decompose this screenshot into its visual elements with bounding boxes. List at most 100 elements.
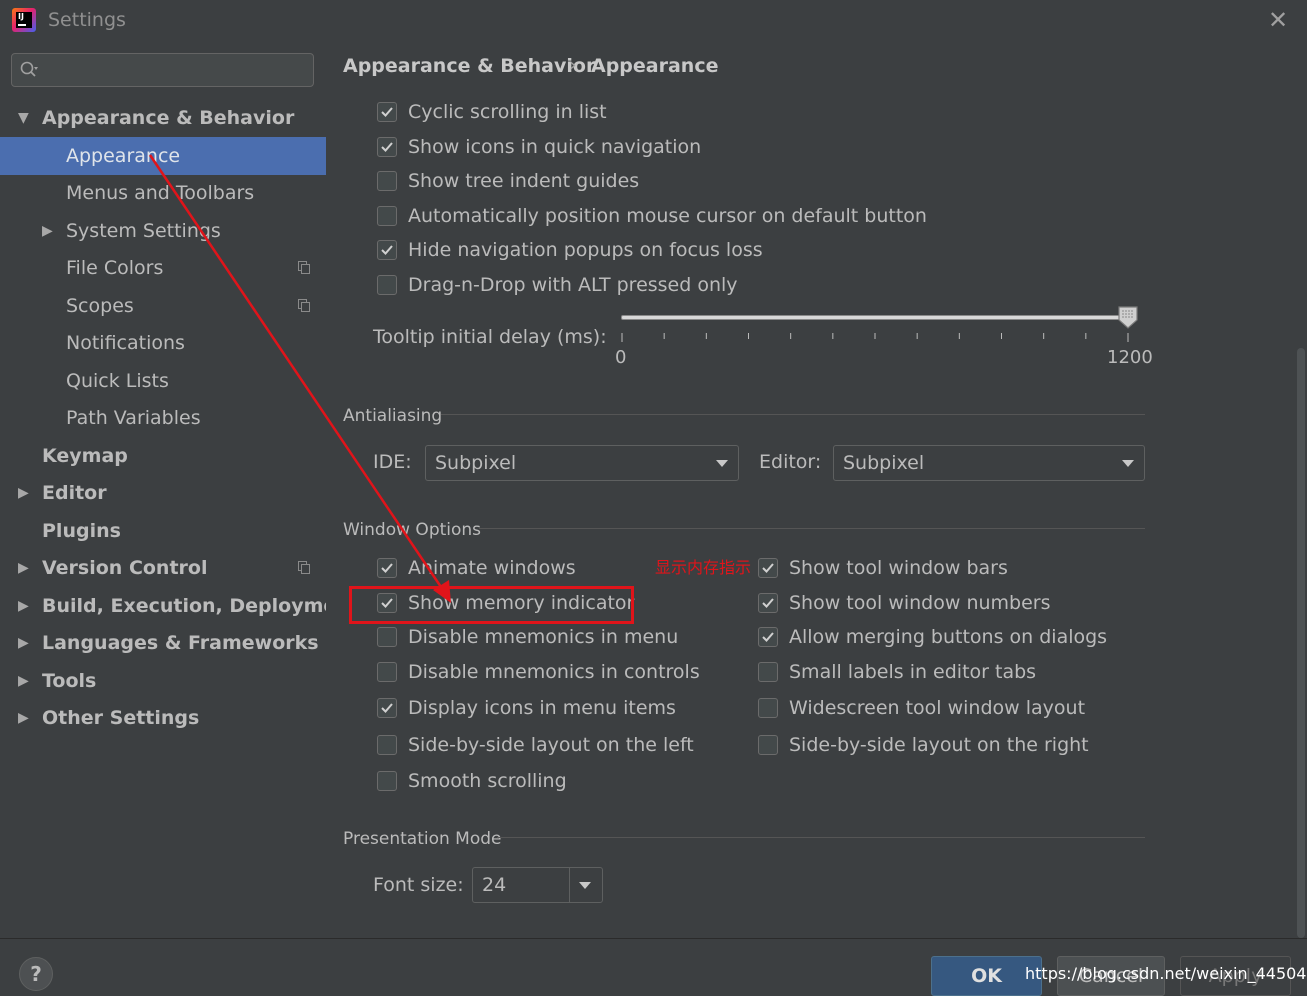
sidebar-item-label: Notifications xyxy=(66,332,185,354)
antialiasing-title: Antialiasing xyxy=(343,406,443,426)
checkbox-label: Disable mnemonics in menu xyxy=(408,626,679,648)
sidebar-item-plugins[interactable]: Plugins xyxy=(0,512,326,550)
sidebar-item-appearance-behavior[interactable]: ▼ Appearance & Behavior xyxy=(0,99,326,137)
font-size-value[interactable]: 24 xyxy=(482,868,506,902)
sidebar-item-label: Plugins xyxy=(42,519,121,542)
window-options-divider xyxy=(479,528,1145,529)
sidebar-item-label: Tools xyxy=(42,669,97,692)
expanded-arrow-icon[interactable]: ▼ xyxy=(18,99,29,137)
collapsed-arrow-icon[interactable]: ▶ xyxy=(42,212,53,250)
chevron-down-icon xyxy=(1122,460,1134,467)
ide-antialiasing-select[interactable]: Subpixel xyxy=(425,445,739,481)
presentation-mode-title: Presentation Mode xyxy=(343,829,502,849)
checkbox-unchecked-icon[interactable] xyxy=(377,275,397,295)
sidebar-item-other-settings[interactable]: ▶ Other Settings xyxy=(0,699,326,737)
checkbox-checked-icon[interactable] xyxy=(377,240,397,261)
sidebar-item-label: Menus and Toolbars xyxy=(66,182,255,204)
slider-thumb[interactable] xyxy=(1117,306,1139,330)
collapsed-arrow-icon[interactable]: ▶ xyxy=(18,662,29,700)
checkbox-checked-icon[interactable] xyxy=(758,593,778,613)
chevron-down-icon[interactable] xyxy=(579,882,591,889)
editor-antialiasing-select[interactable]: Subpixel xyxy=(833,445,1145,481)
checkbox-unchecked-icon[interactable] xyxy=(377,771,397,791)
close-icon[interactable]: ✕ xyxy=(1266,8,1290,32)
checkbox-unchecked-icon[interactable] xyxy=(377,662,397,682)
sidebar-item-file-colors[interactable]: File Colors xyxy=(0,249,326,287)
checkbox-label: Smooth scrolling xyxy=(408,770,567,792)
sidebar-item-label: System Settings xyxy=(66,219,221,242)
sidebar-item-label: Keymap xyxy=(42,444,128,467)
checkbox-unchecked-icon[interactable] xyxy=(377,171,397,192)
sidebar-item-version-control[interactable]: ▶ Version Control xyxy=(0,549,326,587)
font-size-select[interactable]: 24 xyxy=(472,867,603,903)
tooltip-delay-slider[interactable] xyxy=(621,306,1141,376)
breadcrumb-current: Appearance xyxy=(591,55,719,77)
sidebar-item-system-settings[interactable]: ▶ System Settings xyxy=(0,212,326,250)
checkbox-checked-icon[interactable] xyxy=(377,102,397,122)
collapsed-arrow-icon[interactable]: ▶ xyxy=(18,474,29,512)
checkbox-label: Display icons in menu items xyxy=(408,697,676,719)
checkbox-label: Widescreen tool window layout xyxy=(789,697,1086,719)
title-bar: IJ Settings ✕ xyxy=(0,0,1307,42)
sidebar-item-label: Other Settings xyxy=(42,707,200,729)
combo-divider xyxy=(569,868,570,902)
collapsed-arrow-icon[interactable]: ▶ xyxy=(18,549,29,587)
checkbox-checked-icon[interactable] xyxy=(758,558,778,578)
search-input[interactable] xyxy=(11,53,314,87)
collapsed-arrow-icon[interactable]: ▶ xyxy=(18,587,29,625)
sidebar-item-label: Languages & Frameworks xyxy=(42,632,319,654)
sidebar-item-label: Quick Lists xyxy=(66,369,169,392)
breadcrumb-separator: › xyxy=(569,54,577,76)
sidebar-item-label: File Colors xyxy=(66,257,164,279)
editor-antialiasing-value: Subpixel xyxy=(843,452,925,474)
window-options-title: Window Options xyxy=(343,520,482,540)
search-icon xyxy=(20,61,38,77)
help-button[interactable]: ? xyxy=(19,957,53,991)
sidebar-item-scopes[interactable]: Scopes xyxy=(0,287,326,325)
content-scrollbar[interactable] xyxy=(1297,348,1305,938)
breadcrumb-parent[interactable]: Appearance & Behavior xyxy=(343,55,595,77)
sidebar-item-tools[interactable]: ▶ Tools xyxy=(0,662,326,700)
checkbox-label: Small labels in editor tabs xyxy=(789,661,1037,683)
sidebar-item-languages-frameworks[interactable]: ▶ Languages & Frameworks xyxy=(0,624,326,662)
checkbox-checked-icon[interactable] xyxy=(758,627,778,647)
sidebar-item-appearance[interactable]: Appearance xyxy=(0,136,326,175)
sidebar-item-path-variables[interactable]: Path Variables xyxy=(0,399,326,437)
annotation-highlight-box xyxy=(349,586,634,624)
search-text-field[interactable] xyxy=(46,58,310,84)
checkbox-label: Animate windows xyxy=(408,557,576,579)
sidebar-item-editor[interactable]: ▶ Editor xyxy=(0,474,326,512)
slider-max-label: 1200 xyxy=(1107,347,1153,368)
sidebar-item-label: Path Variables xyxy=(66,407,201,429)
font-size-label: Font size: xyxy=(373,874,464,896)
copy-icon xyxy=(298,261,310,274)
annotation-label: 显示内存指示 xyxy=(655,558,752,577)
sidebar-item-keymap[interactable]: Keymap xyxy=(0,437,326,475)
sidebar-item-menus-and-toolbars[interactable]: Menus and Toolbars xyxy=(0,174,326,212)
editor-label: Editor: xyxy=(759,451,822,473)
checkbox-unchecked-icon[interactable] xyxy=(758,662,778,682)
checkbox-unchecked-icon[interactable] xyxy=(377,627,397,647)
checkbox-label: Automatically position mouse cursor on d… xyxy=(408,204,927,227)
checkbox-checked-icon[interactable] xyxy=(377,558,397,578)
checkbox-checked-icon[interactable] xyxy=(377,136,397,157)
sidebar-item-notifications[interactable]: Notifications xyxy=(0,324,326,362)
checkbox-label: Show icons in quick navigation xyxy=(408,135,702,158)
sidebar-item-quick-lists[interactable]: Quick Lists xyxy=(0,362,326,400)
checkbox-label: Allow merging buttons on dialogs xyxy=(789,626,1108,648)
sidebar-item-build-execution-deployment[interactable]: ▶ Build, Execution, Deployment xyxy=(0,587,359,625)
collapsed-arrow-icon[interactable]: ▶ xyxy=(18,699,29,737)
chevron-down-icon xyxy=(716,460,728,467)
checkbox-unchecked-icon[interactable] xyxy=(758,735,778,755)
checkbox-unchecked-icon[interactable] xyxy=(377,205,397,226)
checkbox-unchecked-icon[interactable] xyxy=(377,735,397,755)
sidebar-item-label: Editor xyxy=(42,482,107,504)
checkbox-label: Drag-n-Drop with ALT pressed only xyxy=(408,274,738,296)
copy-icon xyxy=(298,561,310,574)
antialiasing-divider xyxy=(441,414,1145,415)
window-title: Settings xyxy=(48,9,126,31)
checkbox-unchecked-icon[interactable] xyxy=(758,698,778,718)
collapsed-arrow-icon[interactable]: ▶ xyxy=(18,624,29,662)
checkbox-checked-icon[interactable] xyxy=(377,698,397,718)
watermark-url: https://blog.csdn.net/weixin_44504146 xyxy=(1025,964,1307,983)
